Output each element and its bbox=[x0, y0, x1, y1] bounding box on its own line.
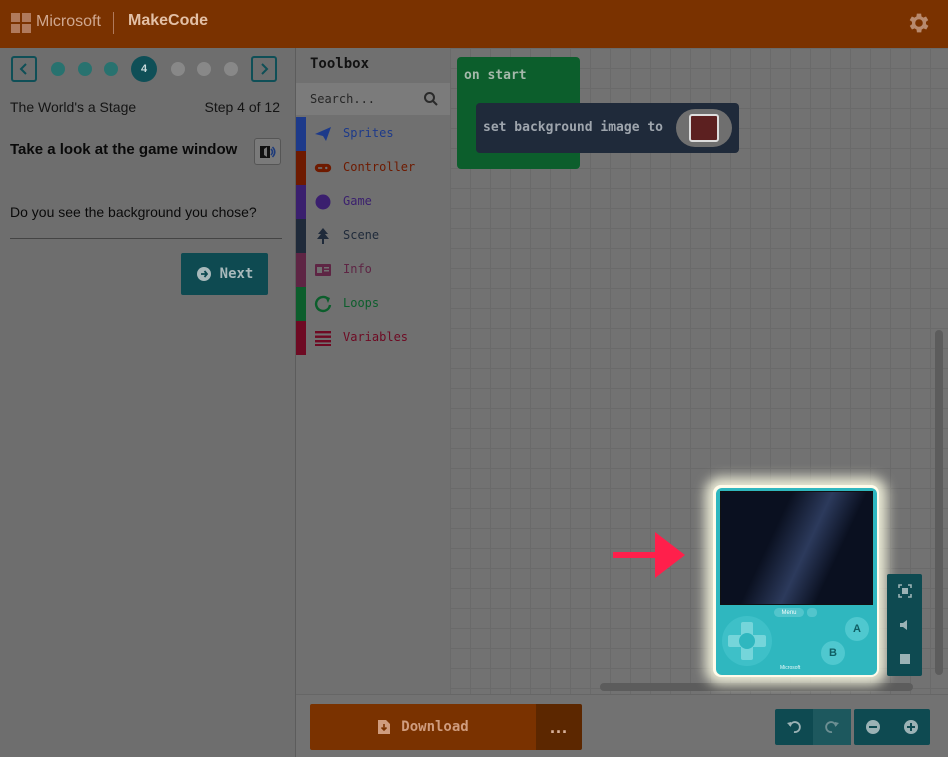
list-icon bbox=[314, 329, 332, 347]
next-button[interactable]: Next bbox=[181, 253, 268, 295]
image-picker-field[interactable] bbox=[676, 109, 732, 147]
search-placeholder: Search... bbox=[310, 92, 376, 106]
step-navigation: 4 bbox=[11, 56, 279, 82]
header-divider bbox=[113, 12, 114, 34]
a-button[interactable]: A bbox=[845, 617, 869, 641]
category-label: Sprites bbox=[343, 126, 394, 140]
search-icon[interactable] bbox=[423, 91, 439, 107]
step-dot-current[interactable]: 4 bbox=[131, 56, 157, 82]
category-game[interactable]: Game bbox=[296, 185, 450, 219]
image-thumbnail bbox=[689, 114, 719, 142]
undo-redo-group bbox=[775, 709, 851, 745]
download-button[interactable]: Download bbox=[310, 704, 536, 750]
tutorial-name: The World's a Stage bbox=[10, 99, 137, 115]
category-info[interactable]: Info bbox=[296, 253, 450, 287]
category-variables[interactable]: Variables bbox=[296, 321, 450, 355]
id-card-icon bbox=[314, 261, 332, 279]
step-counter: Step 4 of 12 bbox=[204, 99, 280, 115]
toolbox-title: Toolbox bbox=[310, 56, 370, 72]
gear-icon[interactable] bbox=[906, 10, 932, 36]
download-file-icon bbox=[378, 720, 391, 734]
zoom-in-icon[interactable] bbox=[892, 709, 930, 745]
zoom-group bbox=[854, 709, 930, 745]
simulator-reset-icon[interactable] bbox=[807, 608, 817, 617]
on-start-block[interactable]: on start set background image to bbox=[457, 57, 739, 169]
simulator-brand: Microsoft bbox=[780, 665, 801, 671]
toolbox-search-input[interactable]: Search... bbox=[296, 83, 450, 115]
gamepad-icon bbox=[314, 159, 332, 177]
circle-icon bbox=[314, 193, 332, 211]
set-background-label: set background image to bbox=[483, 120, 664, 135]
on-start-label: on start bbox=[464, 68, 527, 83]
simulator-menu-button[interactable]: Menu bbox=[774, 608, 804, 617]
stop-icon[interactable] bbox=[887, 642, 922, 676]
step-dot-2[interactable] bbox=[78, 62, 92, 76]
category-loops[interactable]: Loops bbox=[296, 287, 450, 321]
step-instructions: Do you see the background you chose? bbox=[10, 204, 257, 220]
category-label: Info bbox=[343, 262, 372, 276]
category-label: Controller bbox=[343, 160, 416, 174]
category-label: Loops bbox=[343, 296, 380, 310]
next-label: Next bbox=[219, 266, 254, 282]
zoom-out-icon[interactable] bbox=[854, 709, 892, 745]
game-simulator[interactable]: Menu A B Microsoft bbox=[716, 488, 877, 675]
set-background-image-block[interactable]: set background image to bbox=[476, 103, 739, 153]
step-dot-7[interactable] bbox=[224, 62, 238, 76]
category-controller[interactable]: Controller bbox=[296, 151, 450, 185]
workspace-vertical-scrollbar[interactable] bbox=[935, 330, 943, 675]
undo-icon[interactable] bbox=[775, 709, 813, 745]
read-aloud-button[interactable] bbox=[254, 138, 281, 165]
bottom-bar: Download ... bbox=[296, 694, 948, 757]
workspace-horizontal-scrollbar[interactable] bbox=[600, 683, 913, 691]
chevron-left-icon[interactable] bbox=[11, 56, 37, 82]
simulator-screen[interactable] bbox=[720, 491, 873, 605]
speaker-icon bbox=[259, 145, 276, 158]
makecode-home-link[interactable]: MakeCode bbox=[128, 12, 208, 30]
more-options-button[interactable]: ... bbox=[536, 704, 582, 750]
simulator-toolbar bbox=[887, 574, 922, 676]
step-heading: Take a look at the game window bbox=[10, 141, 238, 158]
category-label: Game bbox=[343, 194, 372, 208]
dpad[interactable] bbox=[722, 616, 772, 666]
fullscreen-icon[interactable] bbox=[887, 574, 922, 608]
category-scene[interactable]: Scene bbox=[296, 219, 450, 253]
highlight-arrow-icon bbox=[613, 532, 685, 578]
step-dot-1[interactable] bbox=[51, 62, 65, 76]
toolbox: Toolbox Search... Sprites Controller Gam… bbox=[296, 48, 450, 694]
b-button[interactable]: B bbox=[821, 641, 845, 665]
divider bbox=[10, 238, 282, 239]
category-label: Variables bbox=[343, 330, 409, 344]
step-dot-5[interactable] bbox=[171, 62, 185, 76]
redo-icon[interactable] bbox=[813, 709, 851, 745]
download-label: Download bbox=[401, 719, 469, 735]
microsoft-logo-icon bbox=[11, 13, 31, 33]
loop-arrow-icon bbox=[314, 295, 332, 313]
category-label: Scene bbox=[343, 228, 380, 242]
step-dot-6[interactable] bbox=[197, 62, 211, 76]
chevron-right-icon[interactable] bbox=[251, 56, 277, 82]
top-header: Microsoft MakeCode bbox=[0, 0, 948, 48]
tree-icon bbox=[314, 227, 332, 245]
mute-icon[interactable] bbox=[887, 608, 922, 642]
arrow-right-circle-icon bbox=[196, 267, 211, 281]
microsoft-brand: Microsoft bbox=[36, 13, 101, 30]
tutorial-panel: 4 The World's a Stage Step 4 of 12 Take … bbox=[0, 48, 296, 757]
paper-plane-icon bbox=[314, 125, 332, 143]
step-dot-3[interactable] bbox=[104, 62, 118, 76]
category-sprites[interactable]: Sprites bbox=[296, 117, 450, 151]
